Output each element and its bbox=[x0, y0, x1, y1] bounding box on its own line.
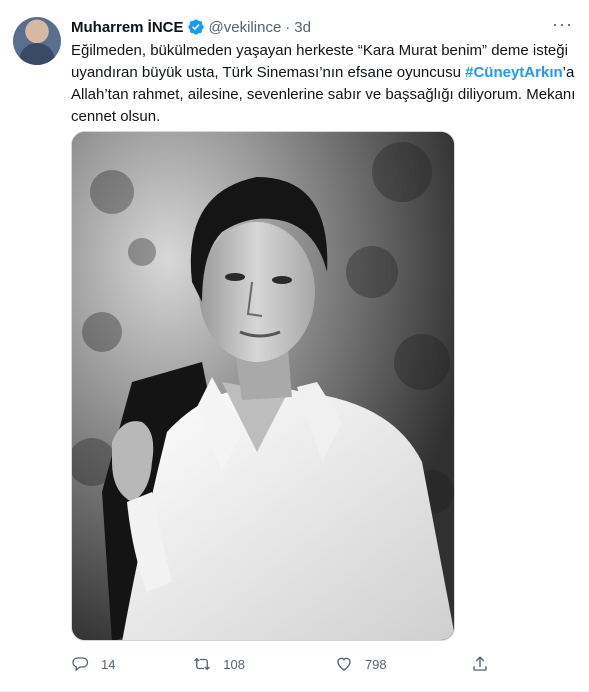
tweet-header: Muharrem İNCE @vekilince · 3d bbox=[71, 16, 311, 38]
tweet-timestamp[interactable]: 3d bbox=[294, 19, 311, 36]
reply-count: 14 bbox=[101, 656, 116, 672]
tweet-text: Eğilmeden, bükülmeden yaşayan herkeste “… bbox=[71, 40, 576, 128]
tweet-actions-bar: 14 108 798 bbox=[71, 652, 501, 676]
share-button[interactable] bbox=[471, 655, 501, 673]
author-avatar[interactable] bbox=[13, 17, 61, 65]
share-icon bbox=[473, 656, 487, 671]
reply-icon bbox=[72, 657, 89, 672]
retweet-button[interactable]: 108 bbox=[193, 655, 321, 673]
like-count: 798 bbox=[364, 656, 387, 672]
retweet-count: 108 bbox=[223, 656, 245, 672]
verified-badge-icon bbox=[187, 19, 204, 35]
reply-button[interactable]: 14 bbox=[71, 655, 169, 673]
like-button[interactable]: 798 bbox=[335, 655, 443, 673]
portrait-photo-image bbox=[72, 132, 454, 640]
separator-dot: · bbox=[285, 18, 291, 36]
tweet-card[interactable]: Muharrem İNCE @vekilince · 3d ··· Eğilme… bbox=[0, 0, 589, 692]
heart-icon bbox=[337, 657, 351, 671]
avatar-figure bbox=[19, 43, 55, 65]
retweet-icon bbox=[194, 657, 211, 671]
more-options-icon[interactable]: ··· bbox=[552, 14, 573, 35]
author-handle[interactable]: @vekilince bbox=[209, 19, 282, 36]
tweet-photo[interactable] bbox=[71, 131, 455, 641]
hashtag-link[interactable]: #CüneytArkın bbox=[465, 64, 563, 81]
author-name[interactable]: Muharrem İNCE bbox=[71, 19, 184, 36]
